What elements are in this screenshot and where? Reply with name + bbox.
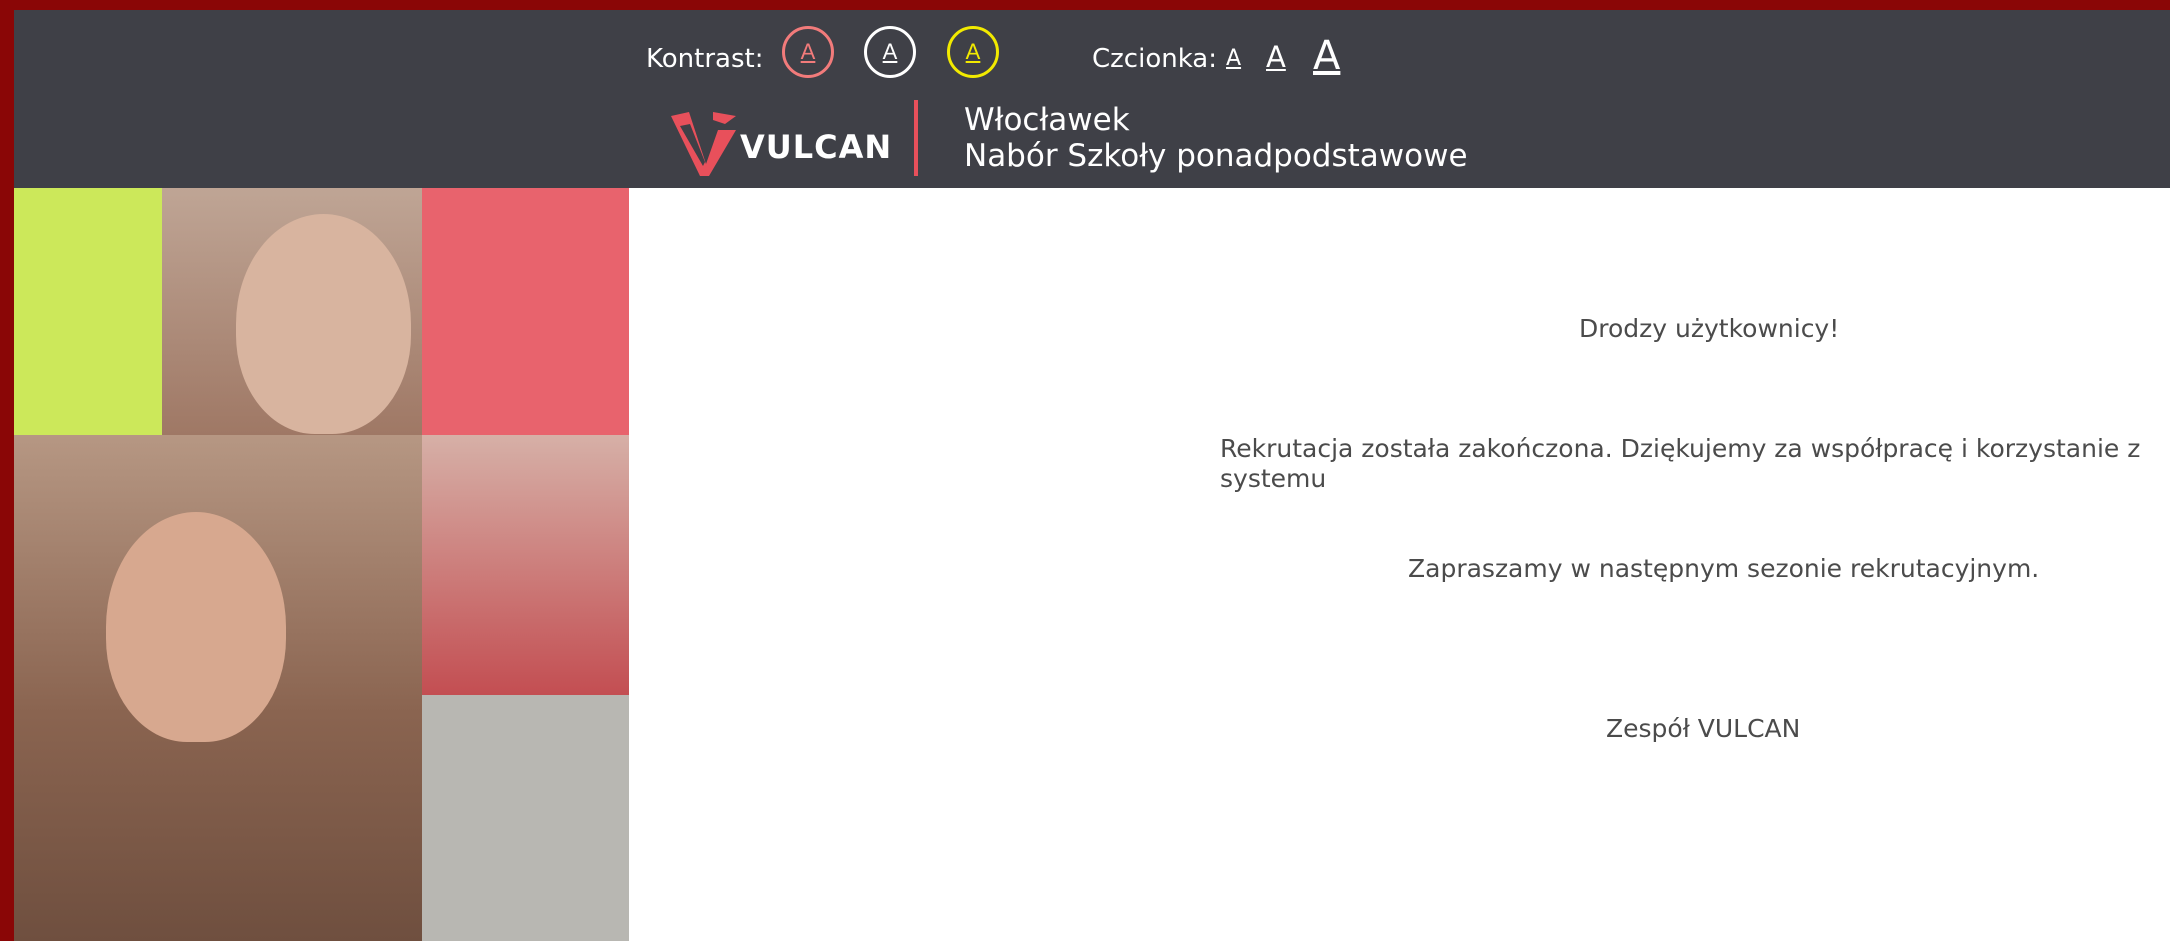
font-label: Czcionka: <box>1092 44 1217 74</box>
vulcan-logo-text: VULCAN <box>740 128 893 166</box>
font-medium-button[interactable]: A <box>1266 43 1286 72</box>
signature-text: Zespół VULCAN <box>1606 714 1801 743</box>
header-divider <box>914 100 918 176</box>
photo-right <box>422 435 629 695</box>
vulcan-logo-icon <box>671 112 736 176</box>
subtitle: Nabór Szkoły ponadpodstawowe <box>964 138 1468 174</box>
font-large-button[interactable]: A <box>1313 36 1340 76</box>
recruitment-message: Rekrutacja została zakończona. Dziękujem… <box>1220 434 2141 493</box>
browser-content: Kontrast: A A A Czcionka: A A A VULCAN W… <box>14 10 2170 941</box>
coral-block <box>422 188 629 435</box>
hero-image <box>14 188 629 941</box>
lime-block <box>14 188 162 435</box>
invitation-text: Zapraszamy w następnym sezonie rekrutacy… <box>1408 554 2040 583</box>
contrast-white-button[interactable]: A <box>864 26 916 78</box>
greeting-text: Drodzy użytkownicy! <box>1579 314 1840 343</box>
contrast-yellow-button[interactable]: A <box>947 26 999 78</box>
font-small-button[interactable]: A <box>1226 48 1241 70</box>
top-bar: Kontrast: A A A Czcionka: A A A VULCAN W… <box>14 10 2170 188</box>
face-left <box>106 512 286 742</box>
contrast-red-button[interactable]: A <box>782 26 834 78</box>
face-right <box>236 214 411 434</box>
gray-block <box>422 695 629 941</box>
contrast-label: Kontrast: <box>646 44 764 74</box>
city-title: Włocławek <box>964 102 1130 138</box>
